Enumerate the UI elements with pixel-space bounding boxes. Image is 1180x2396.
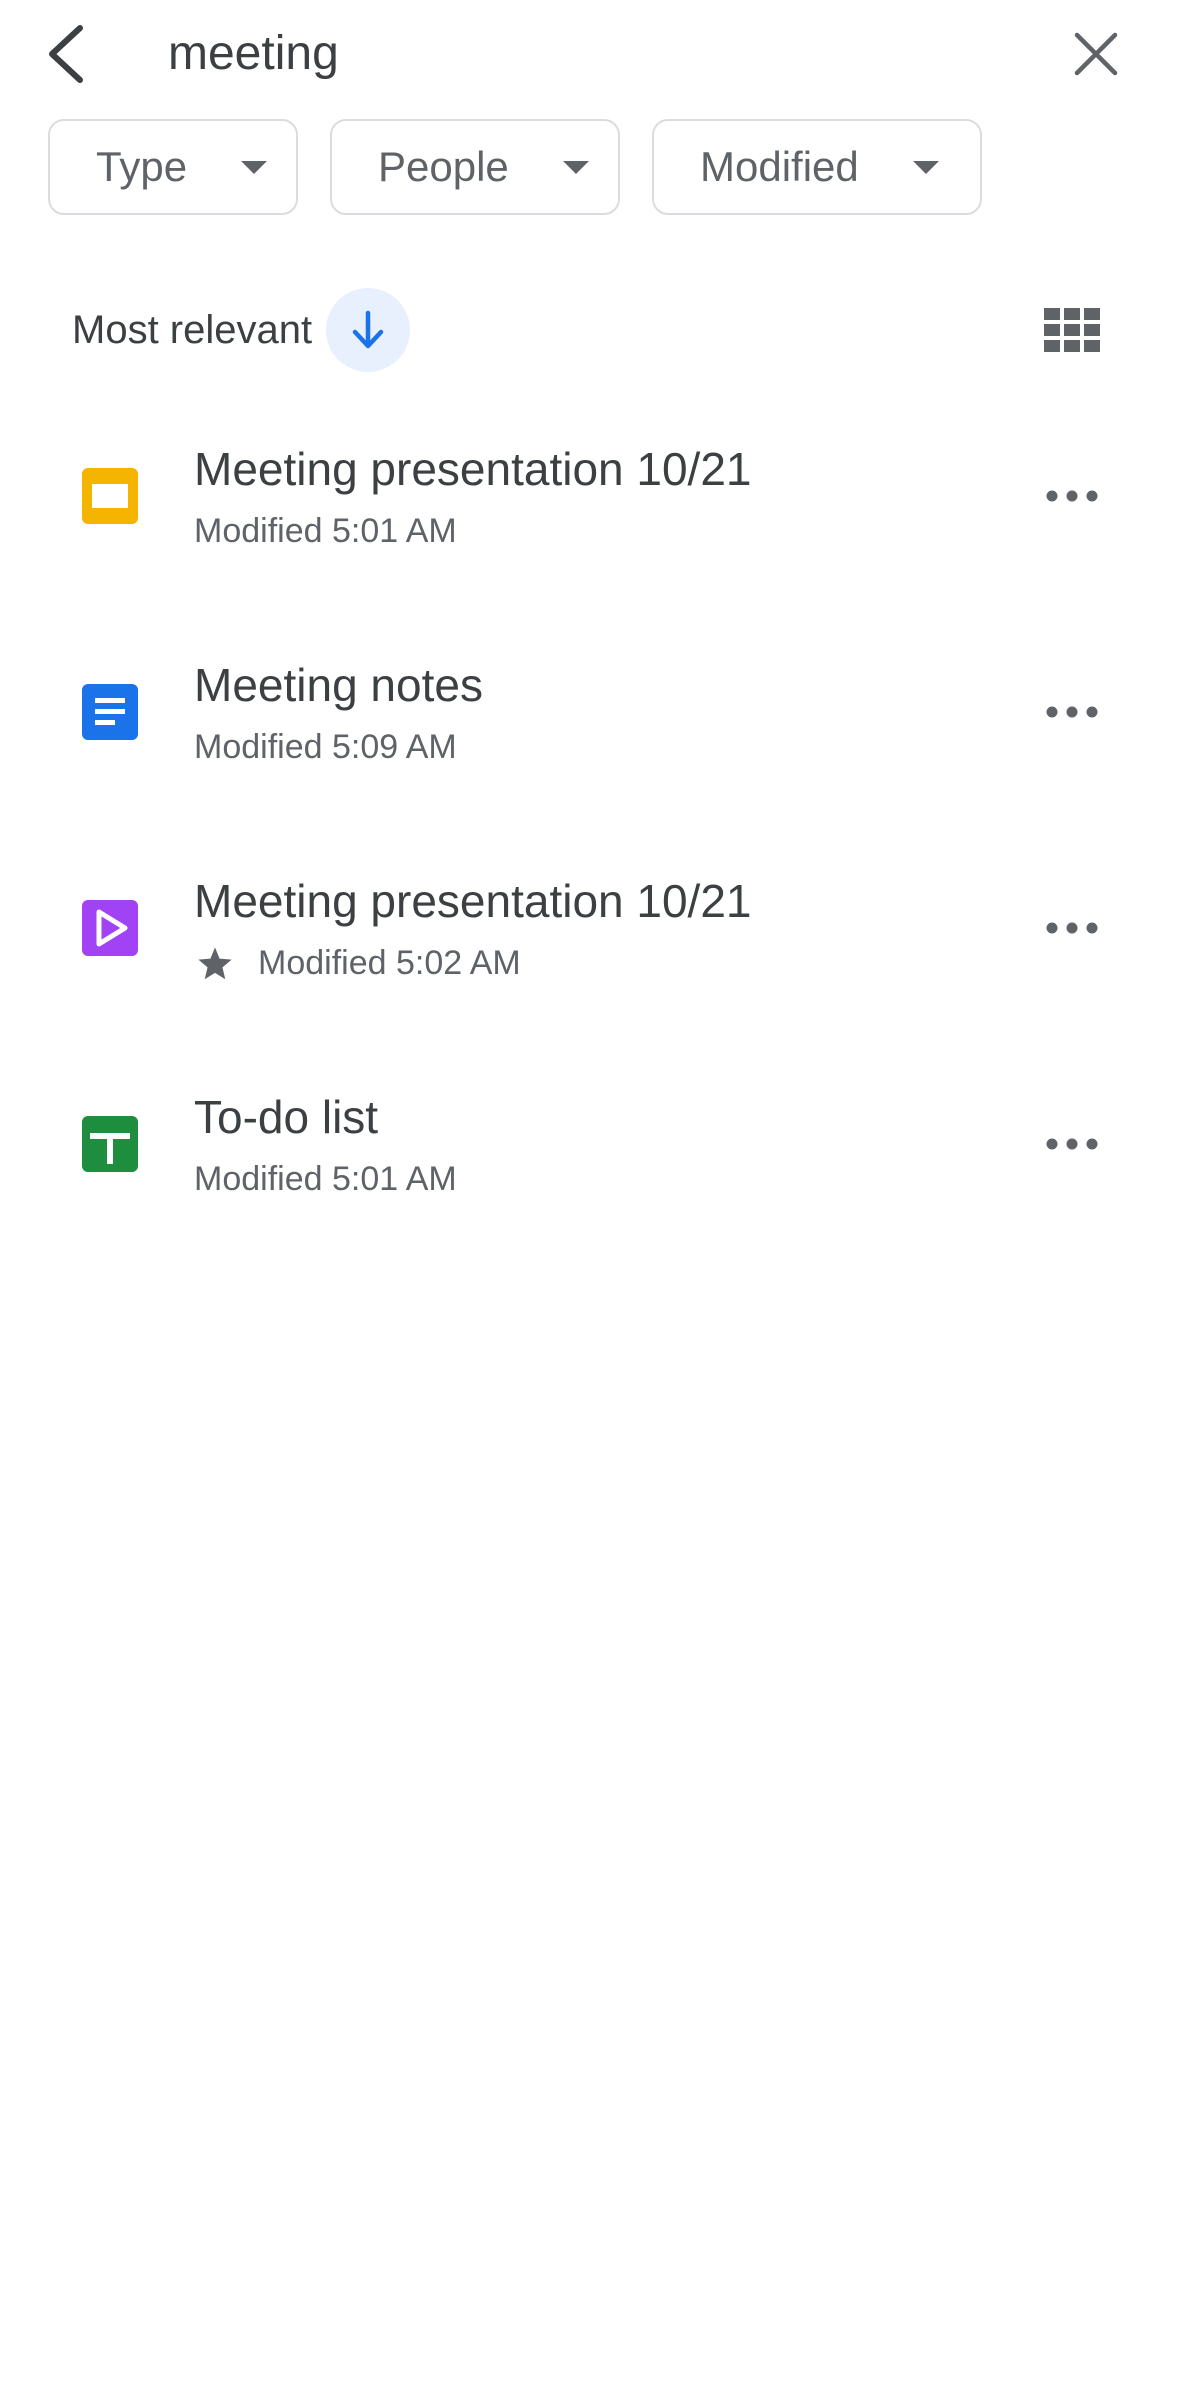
sheets-file-icon [82,1116,138,1172]
docs-file-icon [82,684,138,740]
file-row[interactable]: Meeting presentation 10/21 Modified 5:01… [0,420,1180,636]
more-options-button[interactable] [1032,1104,1112,1184]
more-options-button[interactable] [1032,672,1112,752]
more-options-button[interactable] [1032,456,1112,536]
modified-filter-label: Modified [700,143,859,190]
dropdown-arrow-icon [562,160,589,174]
type-filter-chip[interactable]: Type [48,119,298,215]
file-title: To-do list [194,1091,379,1143]
modified-text: Modified 5:01 AM [194,1160,457,1198]
dropdown-arrow-icon [912,160,939,174]
file-modified-time: Modified 5:01 AM [194,512,457,551]
close-icon [1074,32,1118,76]
file-modified-time: Modified 5:02 AM [194,944,521,983]
more-horizontal-icon [1046,490,1098,502]
search-results-list: Meeting presentation 10/21 Modified 5:01… [0,420,1180,1284]
modified-text: Modified 5:02 AM [258,944,521,982]
back-arrow-icon [49,25,83,83]
file-modified-time: Modified 5:01 AM [194,1160,457,1199]
filter-chips: Type People Modified [48,119,982,215]
type-filter-label: Type [96,143,188,190]
people-filter-chip[interactable]: People [330,119,620,215]
sort-option-label[interactable]: Most relevant [72,308,312,353]
more-horizontal-icon [1046,706,1098,718]
more-horizontal-icon [1046,1138,1098,1150]
search-input[interactable] [168,18,988,88]
slides-file-icon [82,468,138,524]
file-row[interactable]: Meeting notes Modified 5:09 AM [0,636,1180,852]
file-title: Meeting presentation 10/21 [194,443,752,495]
more-horizontal-icon [1046,922,1098,934]
more-options-button[interactable] [1032,888,1112,968]
vids-file-icon [82,900,138,956]
sort-row: Most relevant [72,288,411,372]
file-row[interactable]: Meeting presentation 10/21 Modified 5:02… [0,852,1180,1068]
file-title: Meeting notes [194,659,483,711]
modified-text: Modified 5:01 AM [194,512,457,550]
grid-view-icon [1044,308,1100,352]
sort-direction-button[interactable] [326,288,411,372]
file-row[interactable]: To-do list Modified 5:01 AM [0,1068,1180,1284]
modified-filter-chip[interactable]: Modified [652,119,982,215]
modified-text: Modified 5:09 AM [194,728,457,766]
star-icon [198,946,232,979]
file-title: Meeting presentation 10/21 [194,875,752,927]
arrow-down-icon [352,310,384,349]
file-modified-time: Modified 5:09 AM [194,728,457,767]
grid-view-button[interactable] [1032,290,1112,370]
clear-search-button[interactable] [1056,14,1136,94]
back-button[interactable] [30,14,102,94]
search-header [0,0,1180,110]
dropdown-arrow-icon [241,160,268,174]
people-filter-label: People [378,143,509,190]
